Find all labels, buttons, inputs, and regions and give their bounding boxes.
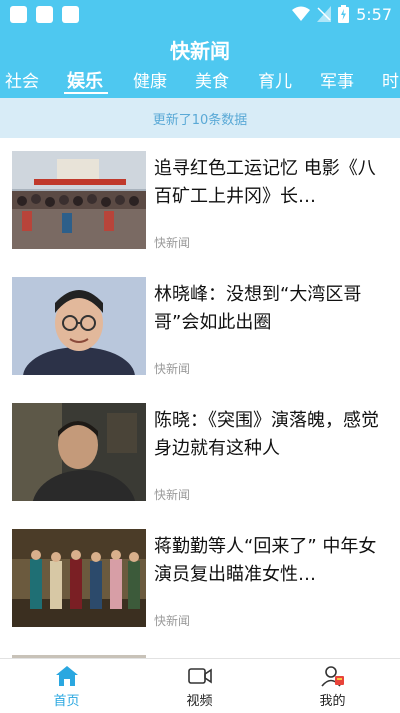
home-icon [56, 666, 78, 686]
nav-home[interactable]: 首页 [0, 659, 133, 713]
profile-icon [321, 666, 344, 687]
news-title: 林晓峰：没想到“大湾区哥哥”会如此出圈 [154, 284, 362, 333]
news-thumbnail [12, 529, 146, 627]
news-source: 快新闻 [154, 488, 191, 502]
tab-society[interactable]: 社会 [5, 67, 39, 92]
wifi-icon [292, 6, 311, 21]
notification-icon [36, 6, 53, 23]
news-item[interactable]: 蒋勤勤等人“回来了” 中年女演员复出瞄准女性… 快新闻 [0, 516, 400, 643]
nav-home-label: 首页 [53, 694, 80, 709]
nav-profile-label: 我的 [319, 694, 346, 709]
news-title: 蒋勤勤等人“回来了” 中年女演员复出瞄准女性… [154, 536, 377, 585]
tab-food[interactable]: 美食 [195, 67, 229, 92]
news-thumbnail [12, 403, 146, 501]
status-bar: 5:57 [0, 0, 400, 28]
news-item[interactable]: 追寻红色工运记忆 电影《八百矿工上井冈》长… 快新闻 [0, 138, 400, 265]
news-item[interactable]: 陈晓：《突围》演落魄，感觉身边就有这种人 快新闻 [0, 390, 400, 517]
app-header: 快新闻 社会 娱乐 健康 美食 育儿 军事 时 [0, 28, 400, 98]
notification-icon [10, 6, 27, 23]
news-thumbnail [12, 151, 146, 249]
refresh-notice: 更新了10条数据 [0, 98, 400, 138]
nav-profile[interactable]: 我的 [266, 659, 399, 713]
news-item[interactable]: 林晓峰：没想到“大湾区哥哥”会如此出圈 快新闻 [0, 264, 400, 391]
app-title: 快新闻 [170, 39, 230, 63]
notification-icon [62, 6, 79, 23]
category-tabs: 社会 娱乐 健康 美食 育儿 军事 时 [0, 67, 400, 97]
battery-charging-icon [338, 5, 350, 23]
news-source: 快新闻 [154, 362, 191, 376]
nav-video[interactable]: 视频 [133, 659, 266, 713]
tab-military[interactable]: 军事 [320, 67, 354, 92]
tab-entertainment[interactable]: 娱乐 [67, 67, 103, 93]
no-signal-icon [317, 6, 332, 22]
active-tab-indicator [64, 92, 108, 94]
nav-video-label: 视频 [186, 694, 213, 709]
news-item-partial[interactable] [0, 642, 400, 659]
tab-parenting[interactable]: 育儿 [258, 67, 292, 92]
video-icon [188, 668, 212, 684]
news-source: 快新闻 [154, 236, 191, 250]
news-source: 快新闻 [154, 614, 191, 628]
status-time: 5:57 [356, 4, 392, 24]
bottom-nav: 首页 视频 我的 [0, 658, 400, 713]
news-title: 陈晓：《突围》演落魄，感觉身边就有这种人 [154, 410, 379, 459]
news-thumbnail [12, 277, 146, 375]
news-title: 追寻红色工运记忆 电影《八百矿工上井冈》长… [154, 158, 376, 207]
tab-more[interactable]: 时 [382, 67, 399, 92]
tab-health[interactable]: 健康 [133, 67, 167, 92]
